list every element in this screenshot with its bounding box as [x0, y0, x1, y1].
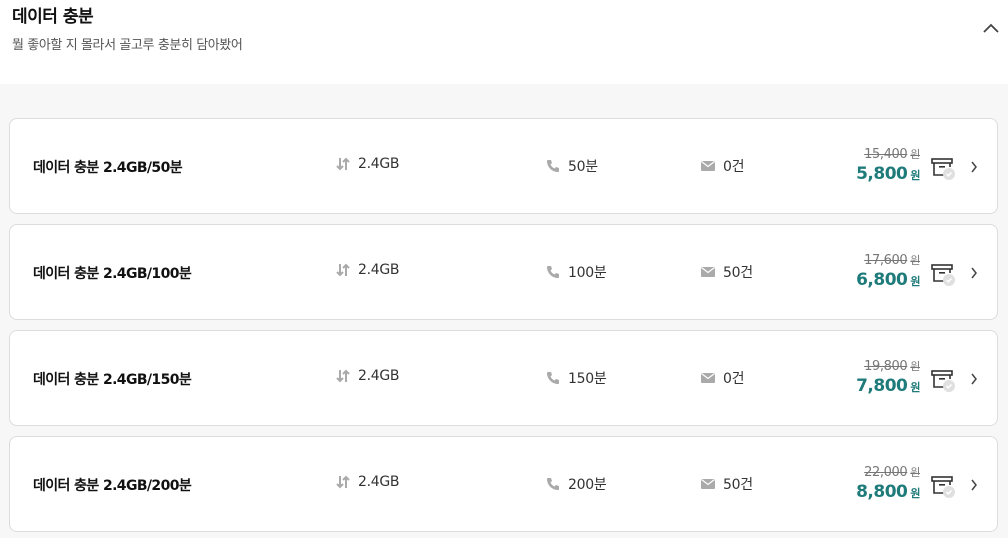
original-price: 17,600 원	[864, 253, 920, 268]
section-title: 데이터 충분	[12, 7, 94, 27]
call-spec: 50분	[545, 156, 598, 176]
original-price: 19,800 원	[864, 359, 920, 374]
chevron-right-icon[interactable]	[969, 159, 979, 175]
plan-card[interactable]: 데이터 충분 2.4GB/100분 2.4GB 100분 50건 17,600 원…	[9, 224, 998, 320]
price-block: 17,600 원 6,800 원	[856, 252, 920, 293]
price-block: 15,400 원 5,800 원	[856, 146, 920, 187]
compare-box-icon[interactable]	[931, 156, 957, 180]
data-spec: 2.4GB	[335, 474, 400, 490]
original-price: 15,400 원	[864, 147, 920, 162]
sale-price: 8,800 원	[856, 482, 920, 502]
phone-icon	[547, 372, 559, 384]
sms-count: 0건	[723, 371, 745, 387]
data-transfer-icon	[336, 475, 350, 489]
plan-name: 데이터 충분 2.4GB/100분	[33, 266, 192, 282]
data-transfer-icon	[336, 263, 350, 277]
call-minutes: 150분	[568, 371, 607, 387]
data-amount: 2.4GB	[358, 474, 400, 490]
sale-price: 5,800 원	[856, 164, 920, 184]
sale-price: 7,800 원	[856, 376, 920, 396]
message-icon	[701, 161, 715, 171]
message-icon	[701, 373, 715, 383]
chevron-right-icon[interactable]	[969, 477, 979, 493]
phone-icon	[547, 160, 559, 172]
call-spec: 200분	[545, 474, 607, 494]
phone-icon	[547, 266, 559, 278]
section-subtitle: 뭘 좋아할 지 몰라서 골고루 충분히 담아봤어	[12, 38, 243, 53]
chevron-right-icon[interactable]	[969, 265, 979, 281]
call-spec: 150분	[545, 368, 607, 388]
sms-count: 50건	[723, 477, 753, 493]
phone-icon	[547, 478, 559, 490]
data-spec: 2.4GB	[335, 368, 400, 384]
section-header: 데이터 충분 뭘 좋아할 지 몰라서 골고루 충분히 담아봤어	[0, 0, 1008, 84]
plan-name: 데이터 충분 2.4GB/200분	[33, 478, 192, 494]
data-spec: 2.4GB	[335, 262, 400, 278]
data-transfer-icon	[336, 157, 350, 171]
original-price: 22,000 원	[864, 465, 920, 480]
plan-card[interactable]: 데이터 충분 2.4GB/200분 2.4GB 200분 50건 22,000 원…	[9, 436, 998, 532]
sale-price: 6,800 원	[856, 270, 920, 290]
plan-card[interactable]: 데이터 충분 2.4GB/50분 2.4GB 50분 0건 15,400 원 5,…	[9, 118, 998, 214]
data-amount: 2.4GB	[358, 156, 400, 172]
sms-spec: 50건	[700, 474, 753, 494]
call-minutes: 100분	[568, 265, 607, 281]
call-minutes: 200분	[568, 477, 607, 493]
sms-count: 50건	[723, 265, 753, 281]
plan-name: 데이터 충분 2.4GB/50분	[33, 160, 183, 176]
call-minutes: 50분	[568, 159, 598, 175]
plan-list: 데이터 충분 2.4GB/50분 2.4GB 50분 0건 15,400 원 5,…	[0, 84, 1008, 538]
data-transfer-icon	[336, 369, 350, 383]
sms-spec: 50건	[700, 262, 753, 282]
data-amount: 2.4GB	[358, 368, 400, 384]
sms-spec: 0건	[700, 368, 744, 388]
compare-box-icon[interactable]	[931, 368, 957, 392]
chevron-right-icon[interactable]	[969, 371, 979, 387]
compare-box-icon[interactable]	[931, 262, 957, 286]
message-icon	[701, 479, 715, 489]
data-spec: 2.4GB	[335, 156, 400, 172]
call-spec: 100분	[545, 262, 607, 282]
sms-count: 0건	[723, 159, 745, 175]
compare-box-icon[interactable]	[931, 474, 957, 498]
price-block: 22,000 원 8,800 원	[856, 464, 920, 505]
data-amount: 2.4GB	[358, 262, 400, 278]
message-icon	[701, 267, 715, 277]
chevron-up-icon[interactable]	[980, 18, 1002, 40]
price-block: 19,800 원 7,800 원	[856, 358, 920, 399]
plan-card[interactable]: 데이터 충분 2.4GB/150분 2.4GB 150분 0건 19,800 원 …	[9, 330, 998, 426]
plan-name: 데이터 충분 2.4GB/150분	[33, 372, 192, 388]
sms-spec: 0건	[700, 156, 744, 176]
